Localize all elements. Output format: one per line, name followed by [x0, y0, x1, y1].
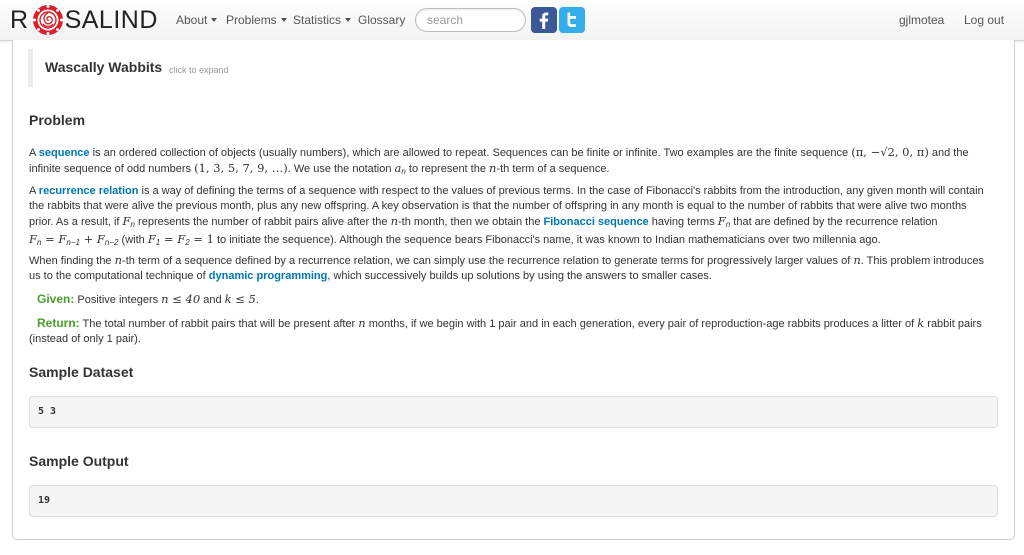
nav-statistics[interactable]: Statistics	[293, 13, 352, 27]
given-label: Given:	[37, 292, 75, 306]
text: Positive integers	[74, 294, 162, 306]
text: prior. As a result, if	[29, 216, 123, 228]
facebook-button[interactable]	[531, 7, 557, 33]
chevron-down-icon	[345, 17, 352, 22]
chevron-down-icon	[211, 17, 218, 22]
math-F: F	[122, 214, 131, 228]
math-n: n	[390, 214, 398, 228]
text: . This problem introduces	[860, 255, 985, 267]
text: us to the computational technique of	[29, 270, 209, 282]
nav-glossary-label: Glossary	[358, 13, 406, 27]
sample-dataset-box[interactable]: 5 3	[29, 396, 998, 428]
problem-panel	[12, 40, 1015, 540]
text: is a way of defining the terms of a sequ…	[138, 185, 984, 197]
top-navbar: R SALIND About Problems Statistics Gloss…	[0, 0, 1024, 41]
text: (instead of only 1 pair).	[29, 333, 141, 345]
problem-title-box[interactable]: Wascally Wabbits click to expand	[28, 49, 998, 87]
brand-name: SALIND	[64, 5, 158, 34]
text: that are defined by the recurrence relat…	[730, 216, 938, 228]
sample-output-heading: Sample Output	[29, 453, 129, 469]
math-n: n	[114, 253, 123, 267]
text: A	[29, 185, 39, 197]
math-initial: = 1	[189, 232, 214, 246]
sample-output-box[interactable]: 19	[29, 485, 998, 517]
text: (with	[118, 234, 148, 246]
sample-dataset-heading: Sample Dataset	[29, 364, 134, 380]
paragraph-recurrence: A recurrence relation is a way of defini…	[29, 184, 999, 250]
problem-title[interactable]: Wascally Wabbits	[45, 59, 162, 75]
nav-about-label: About	[176, 13, 208, 27]
text: The total number of rabbit pairs that wi…	[79, 318, 359, 330]
text: and	[200, 294, 225, 306]
math-finite-sequence: (π, −√2, 0, π)	[851, 145, 929, 159]
text: the rabbits that were alive the previous…	[29, 200, 967, 212]
math-sub: n−1	[66, 238, 80, 247]
text: to represent the	[405, 163, 490, 175]
nav-problems[interactable]: Problems	[226, 13, 287, 27]
expand-hint[interactable]: click to expand	[169, 65, 229, 75]
text: having terms	[648, 216, 718, 228]
math-n: n	[358, 316, 366, 330]
recurrence-relation-link[interactable]: recurrence relation	[39, 185, 139, 197]
math-recurrence: F	[29, 232, 37, 246]
math-recurrence: = F	[41, 232, 67, 246]
dynamic-programming-link[interactable]: dynamic programming	[209, 270, 328, 282]
search-input[interactable]	[415, 8, 526, 32]
problem-heading: Problem	[29, 112, 86, 128]
text: -th term of a sequence defined by a recu…	[122, 255, 854, 267]
text: rabbit pairs	[924, 318, 982, 330]
math-odd-sequence: (1, 3, 5, 7, 9, …)	[194, 161, 288, 175]
text: A	[29, 147, 39, 159]
user-account-link[interactable]: gjlmotea	[899, 13, 944, 27]
rosalind-rose-icon	[32, 5, 63, 35]
text: -th month, then we obtain the	[397, 216, 544, 228]
text: .	[255, 294, 259, 306]
math-recurrence: + F	[79, 232, 105, 246]
brand-letter-r: R	[10, 5, 29, 34]
sequence-link[interactable]: sequence	[39, 147, 90, 159]
text: , which successively builds up solutions…	[327, 270, 712, 282]
text: When finding the	[29, 255, 115, 267]
text: -th term of a sequence.	[496, 163, 610, 175]
given-statement: Given: Positive integers n ≤ 40 and k ≤ …	[37, 292, 997, 308]
facebook-icon	[531, 7, 557, 33]
chevron-down-icon	[280, 17, 287, 22]
twitter-button[interactable]	[559, 7, 585, 33]
nav-glossary[interactable]: Glossary	[358, 13, 405, 27]
text: months, if we begin with 1 pair and in e…	[365, 318, 918, 330]
math-n-bound: n ≤ 40	[161, 292, 201, 306]
fibonacci-sequence-link[interactable]: Fibonacci sequence	[544, 216, 649, 228]
text: . We use the notation	[287, 163, 395, 175]
math-initial: F	[147, 232, 156, 246]
logout-link[interactable]: Log out	[964, 13, 1004, 27]
math-k-bound: k ≤ 5	[224, 292, 256, 306]
text: and the	[928, 147, 969, 159]
text: represents the number of rabbit pairs al…	[134, 216, 391, 228]
nav-statistics-label: Statistics	[293, 13, 342, 27]
math-sub: n−2	[104, 238, 119, 247]
text: to initiate the sequence). Although the …	[213, 234, 881, 246]
return-label: Return:	[37, 316, 80, 330]
text: infinite sequence of odd numbers	[29, 163, 195, 175]
math-F: F	[717, 214, 726, 228]
math-initial: = F	[160, 232, 186, 246]
math-n: n	[853, 253, 861, 267]
paragraph-sequence: A sequence is an ordered collection of o…	[29, 145, 999, 179]
sample-output-value: 19	[38, 495, 51, 506]
rosalind-logo-link[interactable]: R SALIND	[10, 4, 158, 36]
sample-dataset-value: 5 3	[38, 406, 57, 417]
text: is an ordered collection of objects (usu…	[89, 147, 852, 159]
nav-problems-label: Problems	[226, 13, 277, 27]
return-statement: Return: The total number of rabbit pairs…	[29, 316, 999, 347]
paragraph-dynamic-programming: When finding the n-th term of a sequence…	[29, 253, 999, 284]
twitter-icon	[559, 7, 585, 33]
nav-about[interactable]: About	[176, 13, 218, 27]
